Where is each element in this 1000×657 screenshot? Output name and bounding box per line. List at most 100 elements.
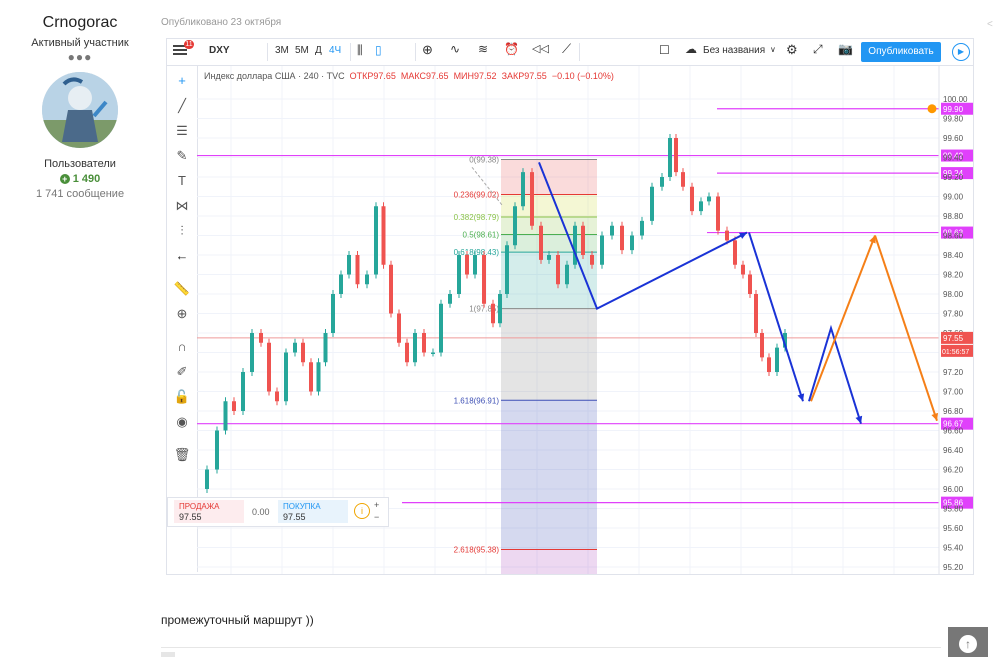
bar-style-icon[interactable]: ⫼ xyxy=(357,43,363,58)
price-tick: 96.00 xyxy=(943,485,964,494)
layout-name[interactable]: Без названия xyxy=(703,45,765,56)
candle xyxy=(205,469,209,489)
buy-button[interactable]: ПОКУПКА 97.55 xyxy=(278,500,348,523)
candle xyxy=(448,294,452,304)
price-tick: 95.80 xyxy=(943,505,964,514)
quantity-stepper[interactable]: + − xyxy=(374,499,379,523)
candle xyxy=(267,342,271,392)
interval-4h[interactable]: 4Ч xyxy=(329,45,341,56)
fullscreen-icon[interactable]: ⤢ xyxy=(813,42,823,57)
draw-line-icon[interactable]: ⟋ xyxy=(562,41,571,57)
candle xyxy=(275,391,279,402)
candle xyxy=(590,255,594,265)
author-group: Пользователи xyxy=(44,158,116,170)
candle xyxy=(431,352,435,354)
legend-open: ОТКР97.65 xyxy=(349,71,396,81)
price-tick: 99.80 xyxy=(943,115,964,124)
candle-style-icon[interactable]: ▯ xyxy=(375,43,382,57)
countdown-label: 01:56:57 xyxy=(942,349,969,356)
current-price-label: 97.55 xyxy=(943,334,964,343)
play-icon[interactable]: ▶ xyxy=(952,43,970,61)
candle xyxy=(775,347,779,372)
buy-label: ПОКУПКА xyxy=(283,502,321,511)
price-tick: 95.20 xyxy=(943,563,964,572)
replay-icon[interactable]: ◁◁ xyxy=(532,42,549,55)
candle xyxy=(223,401,228,431)
candle xyxy=(674,138,678,173)
publish-button[interactable]: Опубликовать xyxy=(861,42,941,62)
interval-5m[interactable]: 5М xyxy=(295,45,309,56)
interval-d[interactable]: Д xyxy=(315,45,322,56)
candle xyxy=(482,255,486,304)
price-tick: 98.60 xyxy=(943,232,964,241)
candle xyxy=(581,225,585,255)
indicators-icon[interactable]: ≋ xyxy=(478,42,488,56)
candle xyxy=(725,230,729,241)
forecast-arrow-blue-3 xyxy=(808,324,862,424)
candle xyxy=(284,352,288,402)
fib-label: 0(99.38) xyxy=(469,155,499,164)
tradingview-widget[interactable]: 11 DXY 3М 5М Д 4Ч ⫼ ▯ ⊕ ∿ ≋ ⏰ ◁◁ ⟋ ☐ ☁ Б… xyxy=(166,38,974,575)
candle xyxy=(620,225,624,251)
symbol-input[interactable]: DXY xyxy=(209,45,230,56)
share-icon[interactable]: < xyxy=(987,19,993,30)
candle xyxy=(309,362,313,392)
avatar[interactable] xyxy=(42,72,118,148)
candle xyxy=(465,255,469,275)
level-label: 99.90 xyxy=(943,105,964,114)
candle xyxy=(241,372,245,411)
scroll-top-button[interactable]: ↑ xyxy=(948,627,988,657)
published-date: Опубликовано 23 октября xyxy=(161,17,282,28)
candle xyxy=(323,333,328,363)
legend-low: МИН97.52 xyxy=(453,71,497,81)
candle xyxy=(699,201,703,212)
candle xyxy=(707,196,711,202)
interval-3m[interactable]: 3М xyxy=(275,45,289,56)
reply-stub xyxy=(161,652,175,657)
sell-price: 97.55 xyxy=(179,512,202,522)
fib-zone xyxy=(501,308,597,401)
candle xyxy=(690,186,694,212)
candle xyxy=(316,362,321,392)
candle xyxy=(600,235,604,265)
price-tick: 95.60 xyxy=(943,524,964,533)
chart-legend: Индекс доллара США · 240 · TVC ОТКР97.65… xyxy=(204,71,614,81)
candle xyxy=(513,206,517,246)
sell-button[interactable]: ПРОДАЖА 97.55 xyxy=(174,500,244,523)
author-name[interactable]: Crnogorac xyxy=(0,14,160,32)
fib-label: 2.618(95.38) xyxy=(454,545,500,554)
square-icon[interactable]: ☐ xyxy=(659,43,670,57)
add-indicator-icon[interactable]: ⊕ xyxy=(422,42,433,58)
camera-icon[interactable]: 📷 xyxy=(838,42,853,56)
legend-title: Индекс доллара США · 240 · TVC xyxy=(204,71,345,81)
trade-panel: ПРОДАЖА 97.55 0.00 ПОКУПКА 97.55 i + − xyxy=(167,497,389,527)
price-tick: 96.20 xyxy=(943,466,964,475)
sell-label: ПРОДАЖА xyxy=(179,502,220,511)
post-comment: промежуточный маршрут )) xyxy=(161,613,314,627)
price-tick: 97.20 xyxy=(943,368,964,377)
candle xyxy=(331,294,335,333)
candle xyxy=(339,274,343,294)
chevron-down-icon[interactable]: ∨ xyxy=(770,45,776,54)
compare-icon[interactable]: ∿ xyxy=(450,42,460,56)
price-tick: 98.20 xyxy=(943,271,964,280)
candle xyxy=(767,357,771,372)
post-count: 1 741 сообщение xyxy=(35,188,125,200)
price-tick: 98.80 xyxy=(943,212,964,221)
candle xyxy=(521,172,525,207)
candle xyxy=(473,255,477,275)
price-tick: 99.40 xyxy=(943,154,964,163)
candle xyxy=(355,255,360,285)
alert-icon[interactable]: ⏰ xyxy=(504,42,519,56)
price-tick: 96.60 xyxy=(943,427,964,436)
candle xyxy=(760,333,764,358)
settings-icon[interactable]: ⚙ xyxy=(786,42,798,58)
forecast-arrow-blue-3-head xyxy=(855,415,863,424)
fib-trend-line xyxy=(471,166,504,207)
candle xyxy=(668,138,672,177)
info-icon[interactable]: i xyxy=(354,503,370,519)
cloud-save-icon[interactable]: ☁ xyxy=(685,42,697,56)
price-tick: 100.00 xyxy=(943,95,968,104)
reputation-value: 1 490 xyxy=(72,173,101,185)
notification-badge: 11 xyxy=(184,40,194,49)
